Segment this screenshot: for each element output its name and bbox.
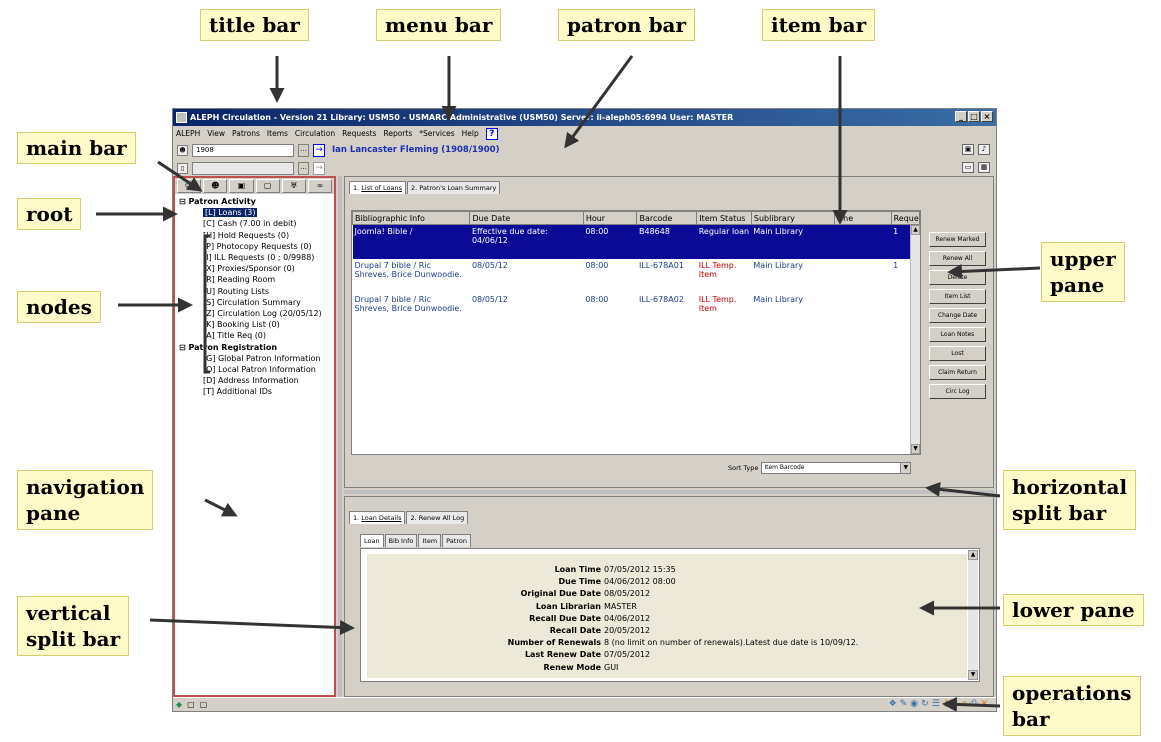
callout-upper-pane: upper pane xyxy=(1041,242,1125,302)
callout-menu-bar: menu bar xyxy=(376,9,502,41)
horizontal-split-bar-arrow xyxy=(925,481,1001,498)
main-bar-arrow xyxy=(157,160,203,192)
callout-title-bar: title bar xyxy=(200,9,309,41)
callout-patron-bar: patron bar xyxy=(558,9,696,41)
nodes-bracket xyxy=(203,234,210,374)
callout-navigation-pane: navigation pane xyxy=(17,470,154,530)
upper-pane-arrow xyxy=(947,263,1041,279)
callout-operations-bar: operations bar xyxy=(1003,676,1141,736)
callout-lower-pane: lower pane xyxy=(1003,594,1144,626)
callout-horizontal-split-bar: horizontal split bar xyxy=(1003,470,1137,530)
patron-bar-arrow xyxy=(564,55,634,149)
callout-arrows xyxy=(96,55,1041,712)
callout-vertical-split-bar: vertical split bar xyxy=(17,596,130,656)
callout-item-bar: item bar xyxy=(762,9,876,41)
vertical-split-bar-arrow xyxy=(149,618,355,636)
callout-root: root xyxy=(17,198,82,230)
callout-nodes: nodes xyxy=(17,291,101,323)
navigation-pane-arrow xyxy=(204,498,238,517)
callout-main-bar: main bar xyxy=(17,132,136,164)
operations-bar-arrow xyxy=(942,696,1001,712)
